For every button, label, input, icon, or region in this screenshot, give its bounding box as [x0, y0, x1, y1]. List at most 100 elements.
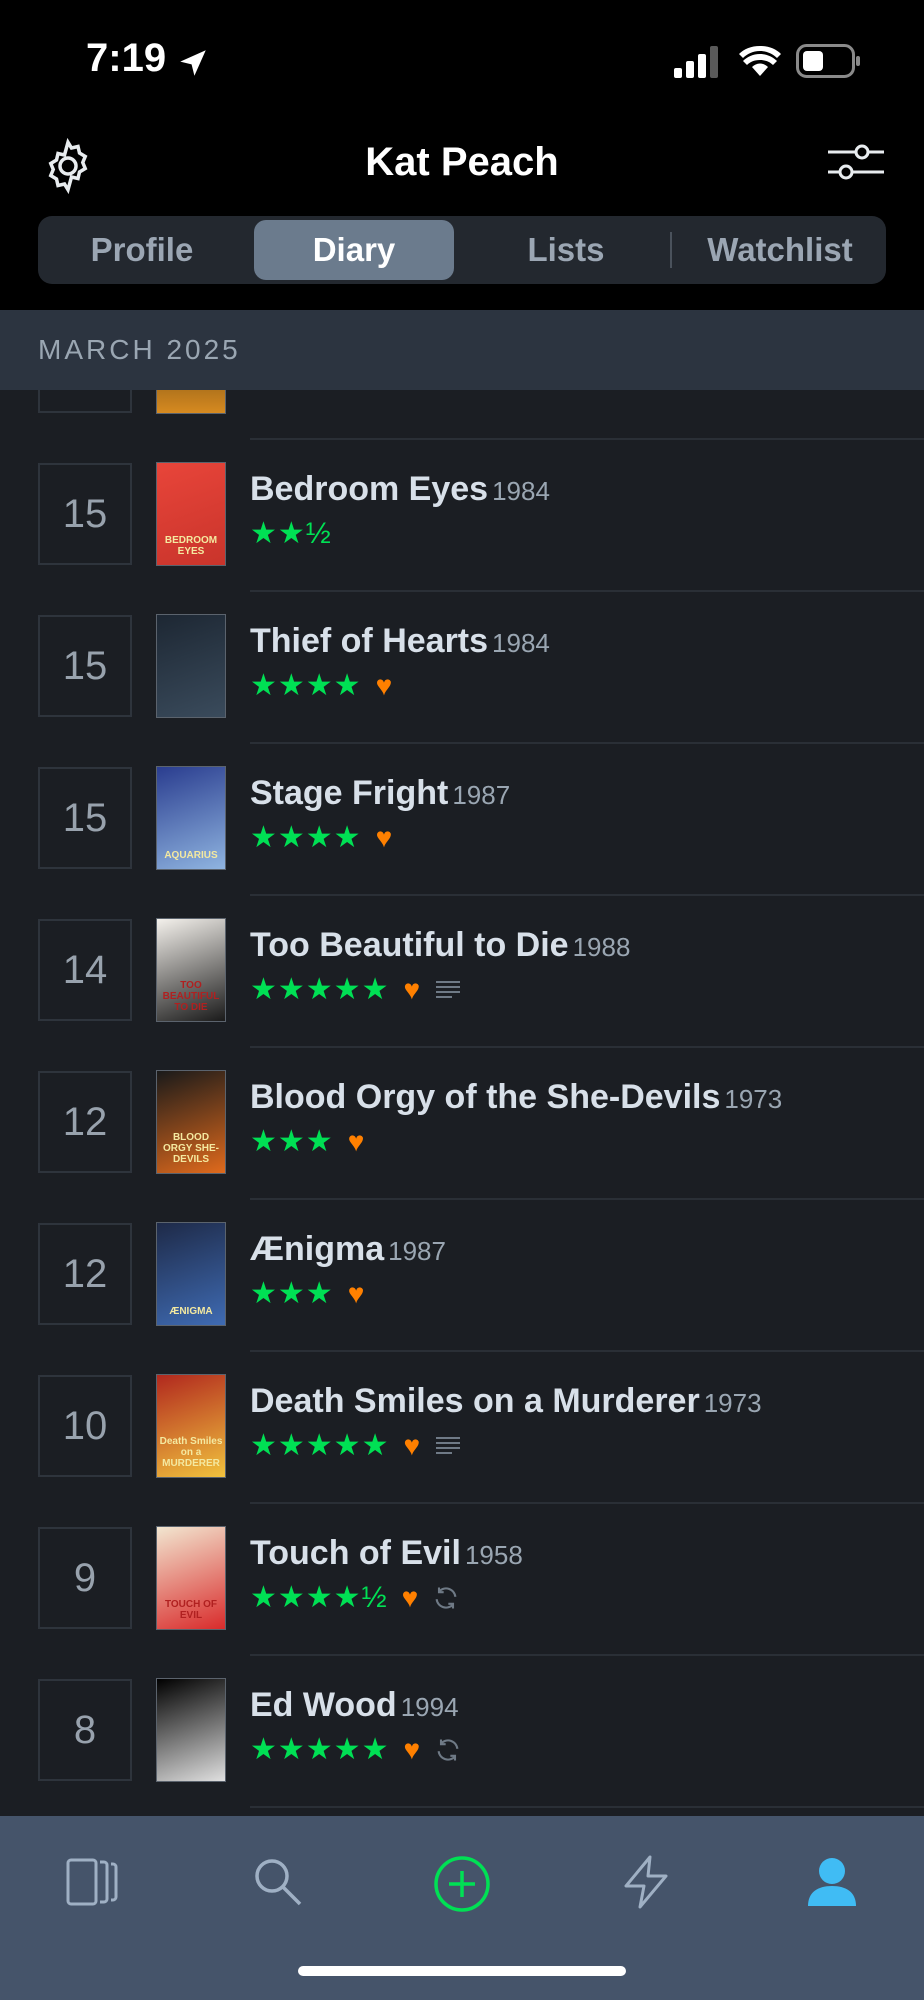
film-poster[interactable]: TOUCH OF EVIL: [156, 1526, 226, 1630]
diary-entry[interactable]: 14 TOO BEAUTIFUL TO DIE Too Beautiful to D…: [0, 896, 924, 1048]
film-poster[interactable]: Death Smiles on a MURDERER: [156, 1374, 226, 1478]
poster-text: ÆNIGMA: [169, 1306, 213, 1317]
entry-info: Stage Fright 1987 ★★★★ ♥: [250, 774, 510, 855]
entry-info: Bedroom Eyes 1984 ★★½: [250, 470, 550, 551]
film-year: 1973: [703, 1388, 762, 1418]
location-arrow-icon: [180, 50, 206, 76]
film-poster[interactable]: [156, 1678, 226, 1782]
poster-text: AQUARIUS: [164, 850, 218, 861]
page-title: Kat Peach: [365, 140, 559, 184]
diary-day: 12: [38, 1071, 132, 1173]
entry-info: Thief of Hearts 1984 ★★★★ ♥: [250, 622, 550, 703]
rating-row: ★★★★★ ♥: [250, 1429, 762, 1463]
heart-icon: ♥: [375, 670, 393, 701]
profile-tabs: Profile Diary Lists Watchlist: [38, 216, 886, 284]
diary-day: 9: [38, 1527, 132, 1629]
diary-entry[interactable]: 9 TOUCH OF EVIL Touch of Evil 1958 ★★★★½ ♥: [0, 1504, 924, 1656]
film-title-line[interactable]: Stage Fright 1987: [250, 774, 510, 813]
rating-row: ★★★ ♥: [250, 1125, 782, 1159]
rating-row: ★★★ ♥: [250, 1277, 446, 1311]
rating-row: ★★★★ ♥: [250, 669, 550, 703]
entry-info: Ed Wood 1994 ★★★★★ ♥: [250, 1686, 462, 1767]
tab-watchlist[interactable]: Watchlist: [678, 220, 882, 280]
film-title-line[interactable]: Touch of Evil 1958: [250, 1534, 523, 1573]
diary-entry[interactable]: 12 BLOOD ORGY SHE-DEVILS Blood Orgy of the…: [0, 1048, 924, 1200]
film-title-line[interactable]: Bedroom Eyes 1984: [250, 470, 550, 509]
film-poster[interactable]: AQUARIUS: [156, 766, 226, 870]
diary-list[interactable]: 15 BEDROOM EYES Bedroom Eyes 1984 ★★½ 15 Thief…: [0, 390, 924, 1816]
star-rating: ★★★★: [250, 669, 362, 702]
tab-divider: [670, 232, 672, 268]
film-year: 1984: [492, 628, 550, 658]
entry-info: Ænigma 1987 ★★★ ♥: [250, 1230, 446, 1311]
heart-icon: ♥: [347, 1278, 365, 1309]
heart-icon: ♥: [401, 1582, 419, 1613]
film-title: Blood Orgy of the She-Devils: [250, 1078, 721, 1116]
diary-entry[interactable]: 12 ÆNIGMA Ænigma 1987 ★★★ ♥: [0, 1200, 924, 1352]
heart-icon: ♥: [375, 822, 393, 853]
add-icon[interactable]: [432, 1854, 492, 1914]
film-year: 1994: [400, 1692, 459, 1722]
diary-day: 15: [38, 767, 132, 869]
diary-entry-partial[interactable]: [0, 390, 924, 440]
star-rating: ★★★★½: [250, 1581, 388, 1614]
film-poster[interactable]: BLOOD ORGY SHE-DEVILS: [156, 1070, 226, 1174]
film-title-line[interactable]: Ed Wood 1994: [250, 1686, 462, 1725]
diary-day: 10: [38, 1375, 132, 1477]
film-title: Ed Wood: [250, 1686, 397, 1724]
film-year: 1958: [464, 1540, 523, 1570]
film-title: Ænigma: [250, 1230, 385, 1268]
tab-diary[interactable]: Diary: [254, 220, 454, 280]
sliders-icon[interactable]: [826, 140, 886, 184]
film-poster[interactable]: BEDROOM EYES: [156, 462, 226, 566]
diary-entry[interactable]: 15 Thief of Hearts 1984 ★★★★ ♥: [0, 592, 924, 744]
film-title-line[interactable]: Thief of Hearts 1984: [250, 622, 550, 661]
film-title: Stage Fright: [250, 774, 449, 812]
diary-day: 15: [38, 615, 132, 717]
film-poster[interactable]: TOO BEAUTIFUL TO DIE: [156, 918, 226, 1022]
status-time: 7:19: [86, 36, 167, 80]
star-rating: ★★★: [250, 1125, 334, 1158]
poster-text: BEDROOM EYES: [164, 535, 218, 557]
film-title: Too Beautiful to Die: [250, 926, 569, 964]
heart-icon: ♥: [403, 1734, 421, 1765]
rating-row: ★★½: [250, 517, 550, 551]
film-poster[interactable]: ÆNIGMA: [156, 1222, 226, 1326]
film-year: 1987: [452, 780, 511, 810]
film-title-line[interactable]: Blood Orgy of the She-Devils 1973: [250, 1078, 782, 1117]
diary-entry[interactable]: 10 Death Smiles on a MURDERER Death Smiles…: [0, 1352, 924, 1504]
film-title-line[interactable]: Death Smiles on a Murderer 1973: [250, 1382, 762, 1421]
profile-icon[interactable]: [804, 1854, 860, 1910]
rating-row: ★★★★★ ♥: [250, 1733, 462, 1767]
films-icon[interactable]: [64, 1854, 120, 1910]
film-poster[interactable]: [156, 614, 226, 718]
star-rating: ★★★★: [250, 821, 362, 854]
diary-entry[interactable]: 15 BEDROOM EYES Bedroom Eyes 1984 ★★½: [0, 440, 924, 592]
rating-row: ★★★★ ♥: [250, 821, 510, 855]
diary-day: [38, 390, 132, 413]
star-rating: ★★★: [250, 1277, 334, 1310]
review-text-icon: [436, 981, 461, 998]
heart-icon: ♥: [403, 974, 421, 1005]
film-year: 1973: [724, 1084, 783, 1114]
film-title-line[interactable]: Too Beautiful to Die 1988: [250, 926, 630, 965]
film-title: Death Smiles on a Murderer: [250, 1382, 700, 1420]
film-year: 1988: [572, 932, 631, 962]
star-rating: ★★★★★: [250, 1733, 390, 1766]
diary-day: 14: [38, 919, 132, 1021]
activity-icon[interactable]: [618, 1854, 674, 1910]
entry-info: Touch of Evil 1958 ★★★★½ ♥: [250, 1534, 523, 1615]
diary-entry[interactable]: 15 AQUARIUS Stage Fright 1987 ★★★★ ♥: [0, 744, 924, 896]
row-divider: [250, 1806, 924, 1808]
diary-entry[interactable]: 8 Ed Wood 1994 ★★★★★ ♥: [0, 1656, 924, 1808]
entry-info: Death Smiles on a Murderer 1973 ★★★★★ ♥: [250, 1382, 762, 1463]
search-icon[interactable]: [250, 1854, 306, 1910]
star-rating: ★★½: [250, 517, 332, 550]
heart-icon: ♥: [347, 1126, 365, 1157]
entry-info: Blood Orgy of the She-Devils 1973 ★★★ ♥: [250, 1078, 782, 1159]
month-header: MARCH 2025: [0, 310, 924, 390]
film-title-line[interactable]: Ænigma 1987: [250, 1230, 446, 1269]
tab-lists[interactable]: Lists: [466, 220, 666, 280]
rewatch-icon: [437, 1739, 459, 1761]
tab-profile[interactable]: Profile: [42, 220, 242, 280]
